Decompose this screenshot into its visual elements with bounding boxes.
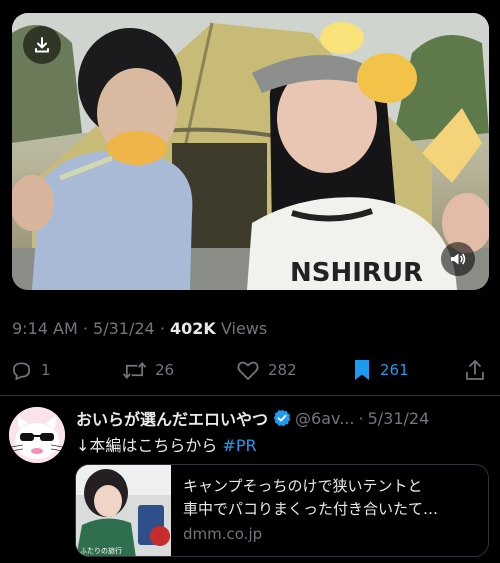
tweet-meta: 9:14 AM · 5/31/24 · 402K Views — [12, 319, 267, 338]
views-count[interactable]: 402K — [170, 319, 216, 338]
volume-button[interactable] — [441, 242, 475, 276]
reply-icon — [12, 361, 31, 380]
views-label: Views — [220, 319, 268, 338]
avatar[interactable] — [9, 407, 65, 463]
video-player[interactable]: NSHIRUR — [12, 13, 489, 290]
retweet-icon — [122, 361, 147, 379]
reply-count: 1 — [41, 361, 51, 379]
shirt-print: NSHIRUR — [290, 258, 423, 288]
reply-button[interactable]: 1 — [10, 356, 51, 384]
video-frame: NSHIRUR — [12, 13, 489, 290]
tweet-date: 5/31/24 — [93, 319, 155, 338]
hashtag-link[interactable]: #PR — [223, 436, 257, 455]
heart-icon — [237, 361, 259, 380]
download-icon — [35, 37, 49, 53]
like-button[interactable]: 282 — [236, 356, 297, 384]
post-text-prefix: ↓本編はこちらから — [76, 436, 223, 455]
retweet-button[interactable]: 26 — [122, 356, 174, 384]
link-thumbnail: ふたりの旅行 — [76, 465, 171, 556]
post-text: ↓本編はこちらから #PR — [76, 432, 257, 456]
user-handle[interactable]: @6av... — [295, 409, 354, 428]
bookmark-button[interactable]: 261 — [352, 356, 409, 384]
action-bar: 1 26 282 261 — [0, 356, 500, 384]
link-title-line: 車中でパコりまくった付き合いたて… — [183, 500, 439, 518]
share-icon — [466, 360, 484, 380]
link-domain: dmm.co.jp — [183, 525, 263, 543]
thumbnail-caption: ふたりの旅行 — [80, 546, 122, 555]
like-count: 282 — [268, 361, 297, 379]
meta-separator: · — [82, 319, 88, 338]
tweet-time: 9:14 AM — [12, 319, 78, 338]
link-preview-card[interactable]: ふたりの旅行 キャンプそっちのけで狭いテントと 車中でパコりまくった付き合いたて… — [75, 464, 489, 557]
bookmark-count: 261 — [380, 361, 409, 379]
verified-badge-icon — [273, 409, 291, 427]
divider — [0, 395, 500, 396]
display-name[interactable]: おいらが選んだエロいやつ — [76, 406, 268, 430]
bookmark-icon — [355, 360, 369, 380]
volume-icon — [451, 253, 466, 265]
post-header: おいらが選んだエロいやつ @6av... · 5/31/24 — [76, 406, 496, 430]
cat-sunglasses-icon — [9, 407, 65, 463]
post-date[interactable]: 5/31/24 — [368, 409, 430, 428]
meta-separator: · — [159, 319, 165, 338]
download-button[interactable] — [23, 26, 61, 64]
meta-separator: · — [358, 408, 364, 428]
link-title: キャンプそっちのけで狭いテントと 車中でパコりまくった付き合いたて… — [183, 475, 481, 521]
link-title-line: キャンプそっちのけで狭いテントと — [183, 477, 423, 495]
share-button[interactable] — [464, 356, 486, 384]
retweet-count: 26 — [155, 361, 175, 379]
